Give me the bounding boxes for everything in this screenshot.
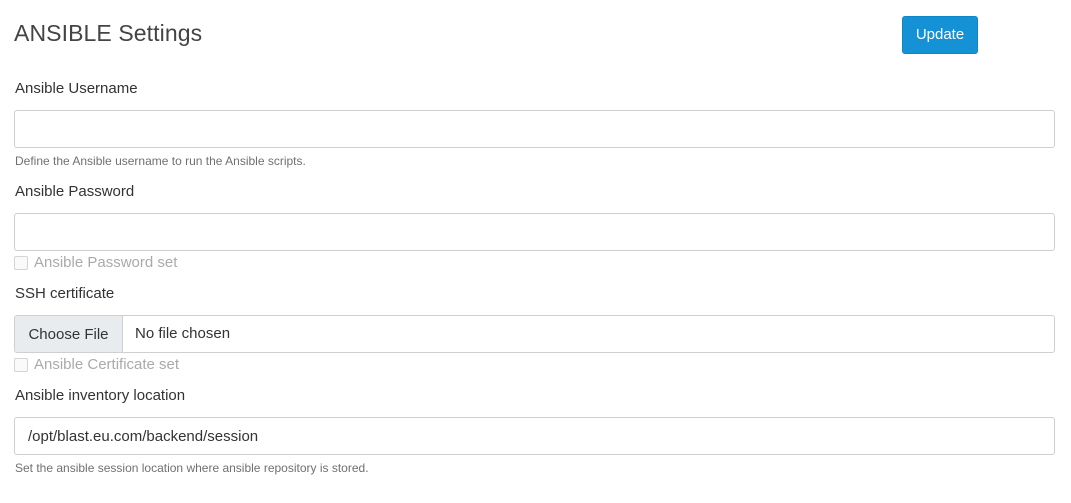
inventory-location-label: Ansible inventory location [15,387,186,404]
password-set-checkbox-row: Ansible Password set [14,254,177,272]
password-set-label: Ansible Password set [34,254,178,271]
ssh-certificate-label: SSH certificate [15,285,115,302]
certificate-set-checkbox-row: Ansible Certificate set [14,356,179,374]
username-help: Define the Ansible username to run the A… [15,154,306,168]
choose-file-button[interactable]: Choose File [15,316,123,352]
password-input[interactable] [14,213,1055,251]
inventory-location-help: Set the ansible session location where a… [15,461,369,475]
certificate-set-checkbox[interactable] [14,358,28,372]
ansible-settings-page: ANSIBLE Settings Update Ansible Username… [0,0,1071,503]
certificate-set-label: Ansible Certificate set [34,356,180,373]
inventory-location-input[interactable] [14,417,1055,455]
update-button[interactable]: Update [902,16,978,54]
username-input[interactable] [14,110,1055,148]
password-set-checkbox[interactable] [14,256,28,270]
page-title: ANSIBLE Settings [14,20,203,46]
file-status: No file chosen [135,325,231,342]
ssh-certificate-file-input[interactable]: Choose File No file chosen [14,315,1055,353]
username-label: Ansible Username [15,80,138,97]
password-label: Ansible Password [15,183,135,200]
